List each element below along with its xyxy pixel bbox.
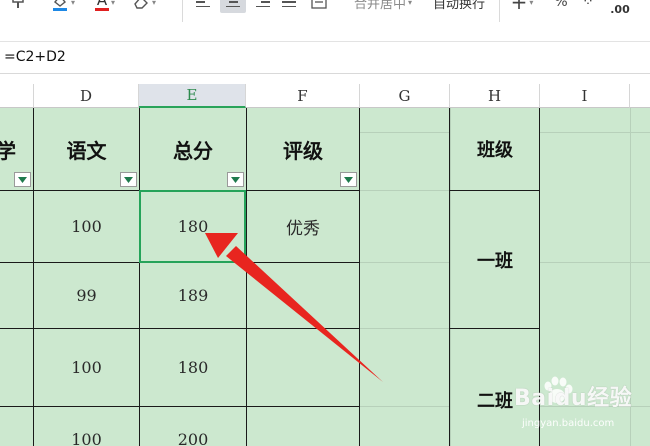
chevron-down-icon[interactable]: ▾ xyxy=(152,0,156,7)
wrap-text-button[interactable]: 自动换行 xyxy=(426,0,492,13)
font-color-icon[interactable]: A ▾ xyxy=(92,0,118,13)
column-header-f[interactable]: F xyxy=(246,84,360,108)
watermark-subtext: jingyan.baidu.com xyxy=(522,418,615,429)
toolbar-gap xyxy=(0,74,650,84)
chevron-down-icon[interactable]: ▾ xyxy=(408,0,412,7)
eraser-icon[interactable]: ▾ xyxy=(130,0,158,13)
column-header-j[interactable] xyxy=(630,84,650,108)
formula-text[interactable]: =C2+D2 xyxy=(4,49,66,65)
decimal-icon[interactable]: .00 xyxy=(606,0,634,20)
column-header-i[interactable]: I xyxy=(540,84,630,108)
merge-center-button[interactable]: 合并居中 ▾ xyxy=(346,0,420,13)
ribbon-toolbar: ▾ A ▾ ▾ 合并居中 ▾ 自动换行 + ▾ % ⁘ .00 xyxy=(0,0,650,42)
watermark-text: Baidu经验 xyxy=(514,386,633,411)
chevron-down-icon[interactable]: ▾ xyxy=(71,0,75,7)
align-right-icon[interactable] xyxy=(250,0,274,13)
merge-center-label: 合并居中 xyxy=(353,0,406,12)
formula-bar[interactable]: =C2+D2 xyxy=(0,42,650,74)
column-letter: F xyxy=(297,86,308,105)
align-left-icon[interactable] xyxy=(192,0,216,13)
column-header-c[interactable] xyxy=(0,84,34,108)
toolbar-divider xyxy=(182,0,183,22)
column-letter: H xyxy=(487,86,502,105)
percent-icon[interactable]: % xyxy=(550,0,572,13)
decimal-label: .00 xyxy=(610,2,630,16)
column-letter: E xyxy=(186,86,198,104)
toolbar-divider xyxy=(499,0,500,22)
column-header-h[interactable]: H xyxy=(450,84,540,108)
column-letter: I xyxy=(581,86,588,105)
baidu-watermark: Baidu经验 jingyan.baidu.com xyxy=(500,372,650,446)
format-painter-icon[interactable] xyxy=(6,0,32,13)
distributed-align-icon[interactable] xyxy=(306,0,332,13)
chevron-down-icon[interactable]: ▾ xyxy=(529,0,533,7)
plus-icon[interactable]: + ▾ xyxy=(508,0,536,14)
chevron-down-icon[interactable]: ▾ xyxy=(111,0,115,7)
column-header-e[interactable]: E xyxy=(139,84,246,108)
align-center-icon[interactable] xyxy=(220,0,246,13)
column-header-g[interactable]: G xyxy=(360,84,450,108)
font-color-letter: A xyxy=(96,0,108,9)
column-letter: G xyxy=(398,86,411,105)
justify-icon[interactable] xyxy=(278,0,302,13)
column-letter: D xyxy=(79,86,93,105)
column-header-d[interactable]: D xyxy=(34,84,139,108)
wrap-text-label: 自动换行 xyxy=(432,0,485,12)
percent-symbol: % xyxy=(554,0,568,10)
thousands-separator-icon[interactable]: ⁘ xyxy=(578,0,598,13)
fill-color-icon[interactable]: ▾ xyxy=(50,0,76,13)
